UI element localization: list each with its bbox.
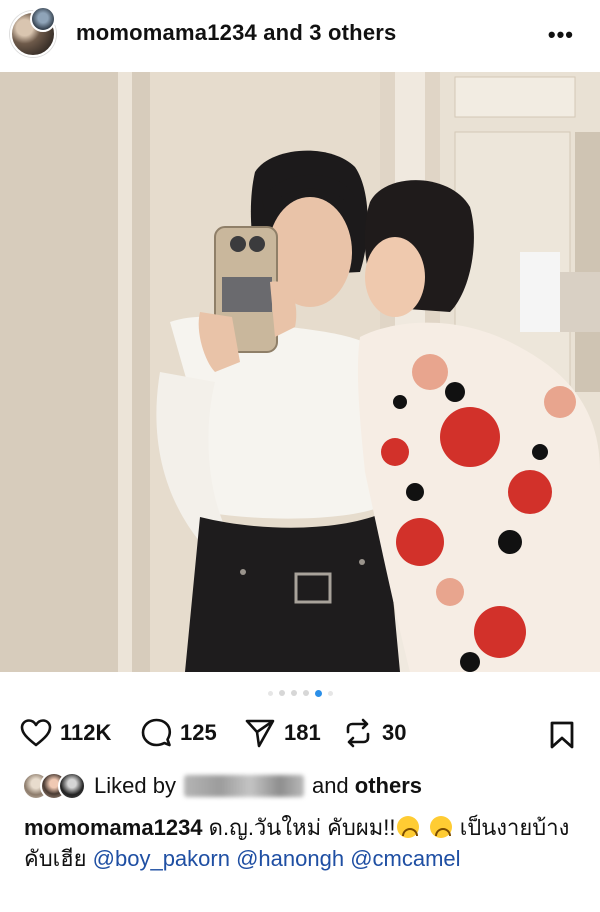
comment-icon[interactable] bbox=[140, 718, 172, 748]
more-options-icon[interactable]: ••• bbox=[548, 22, 574, 48]
likes-count[interactable]: 112K bbox=[60, 720, 111, 746]
upside-down-face-emoji bbox=[429, 816, 452, 838]
heart-icon[interactable] bbox=[20, 718, 52, 748]
shares-count[interactable]: 181 bbox=[284, 720, 321, 746]
post-caption: momomama1234 ด.ญ.วันใหม่ คับผม!! เป็นงาย… bbox=[24, 812, 584, 874]
liked-by-and: and bbox=[311, 773, 349, 798]
repost-button[interactable]: 30 bbox=[342, 718, 406, 748]
liker-avatars[interactable] bbox=[22, 772, 88, 800]
carousel-dot[interactable] bbox=[327, 690, 333, 696]
caption-text: ด.ญ.วันใหม่ คับผม!! bbox=[208, 815, 396, 840]
upside-down-face-emoji bbox=[397, 816, 420, 838]
reposts-count[interactable]: 30 bbox=[382, 720, 406, 746]
liked-by-label: Liked by bbox=[94, 773, 176, 798]
photo-illustration bbox=[0, 72, 600, 672]
carousel-dot-active[interactable] bbox=[314, 689, 322, 697]
share-button[interactable]: 181 bbox=[244, 718, 321, 748]
post-header: momomama1234 and 3 others ••• bbox=[0, 0, 600, 70]
coauthor-avatar[interactable] bbox=[30, 6, 56, 32]
send-icon[interactable] bbox=[244, 718, 276, 748]
liker-username-blurred[interactable] bbox=[183, 775, 304, 797]
save-button[interactable] bbox=[548, 720, 576, 755]
carousel-dot[interactable] bbox=[267, 690, 273, 696]
liked-by-others[interactable]: others bbox=[355, 773, 422, 799]
comments-count[interactable]: 125 bbox=[180, 720, 217, 746]
author-username[interactable]: momomama1234 bbox=[76, 20, 257, 45]
mention-link[interactable]: @hanongh bbox=[236, 846, 344, 871]
liked-by-row[interactable]: Liked by and others bbox=[22, 770, 422, 802]
mention-link[interactable]: @cmcamel bbox=[350, 846, 460, 871]
post-photo[interactable] bbox=[0, 72, 600, 672]
carousel-dot[interactable] bbox=[278, 690, 285, 696]
post-authors[interactable]: momomama1234 and 3 others bbox=[76, 20, 396, 46]
coauthors-text[interactable]: and 3 others bbox=[263, 20, 396, 45]
mention-link[interactable]: @boy_pakorn bbox=[93, 846, 230, 871]
action-bar: 112K 125 181 30 bbox=[0, 712, 600, 754]
carousel-dot[interactable] bbox=[302, 690, 309, 696]
carousel-indicator[interactable] bbox=[0, 688, 600, 698]
repost-icon[interactable] bbox=[342, 718, 374, 748]
comment-button[interactable]: 125 bbox=[140, 718, 217, 748]
caption-username[interactable]: momomama1234 bbox=[24, 815, 203, 840]
liker-avatar[interactable] bbox=[58, 772, 86, 800]
carousel-dot[interactable] bbox=[290, 690, 297, 696]
like-button[interactable]: 112K bbox=[20, 718, 111, 748]
bookmark-icon[interactable] bbox=[548, 720, 576, 750]
